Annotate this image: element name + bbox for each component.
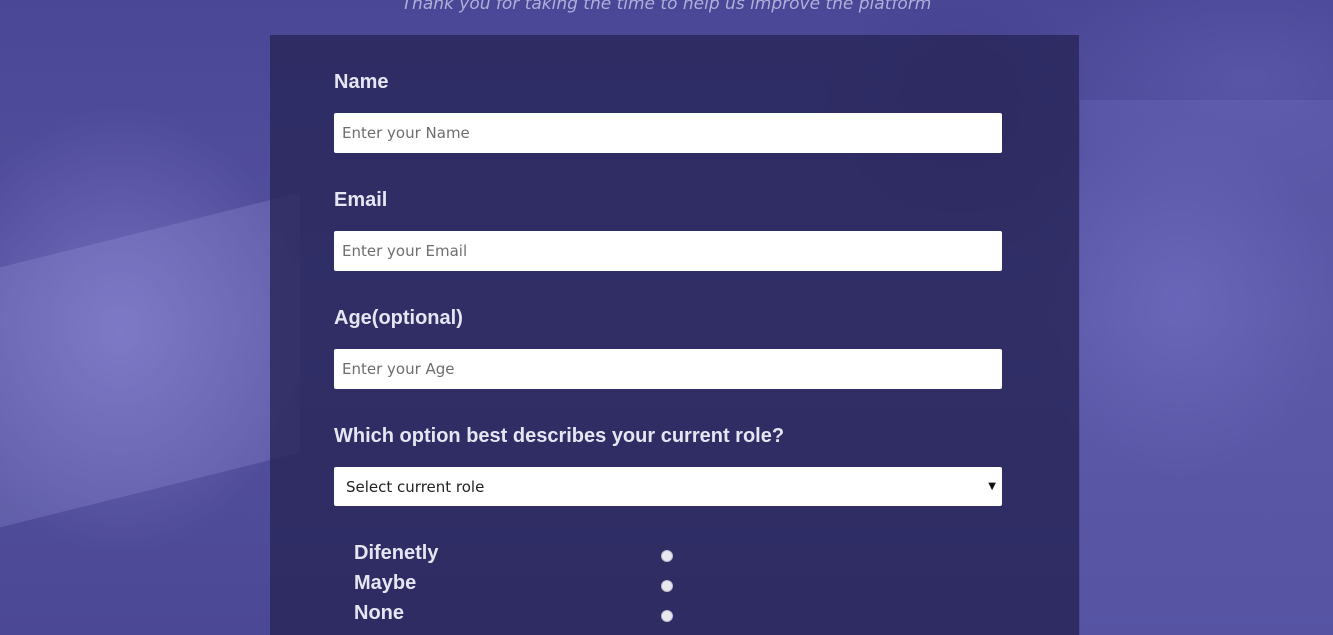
radio-option-maybe[interactable]: Maybe: [354, 572, 684, 602]
radio-button[interactable]: [661, 550, 673, 562]
radio-option-difenetly[interactable]: Difenetly: [354, 542, 684, 572]
name-input[interactable]: [334, 113, 1002, 153]
radio-button[interactable]: [661, 610, 673, 622]
age-input[interactable]: [334, 349, 1002, 389]
radio-label: Maybe: [354, 572, 417, 594]
page-tagline: Thank you for taking the time to help us…: [401, 0, 932, 14]
role-label: Which option best describes your current…: [334, 425, 785, 447]
role-select-value: Select current role: [346, 477, 485, 496]
radio-label: Difenetly: [354, 542, 439, 564]
background-figure-right: [1080, 100, 1333, 635]
role-select[interactable]: Select current role ▼: [334, 467, 1002, 506]
radio-option-none[interactable]: None: [354, 602, 684, 632]
email-label: Email: [334, 189, 388, 211]
chevron-down-icon: ▼: [988, 481, 996, 492]
radio-label: None: [354, 602, 404, 624]
email-input[interactable]: [334, 231, 1002, 271]
age-label: Age(optional): [334, 307, 463, 329]
name-label: Name: [334, 71, 389, 93]
radio-button[interactable]: [661, 580, 673, 592]
survey-form: Name Email Age(optional) Which option be…: [270, 35, 1079, 635]
